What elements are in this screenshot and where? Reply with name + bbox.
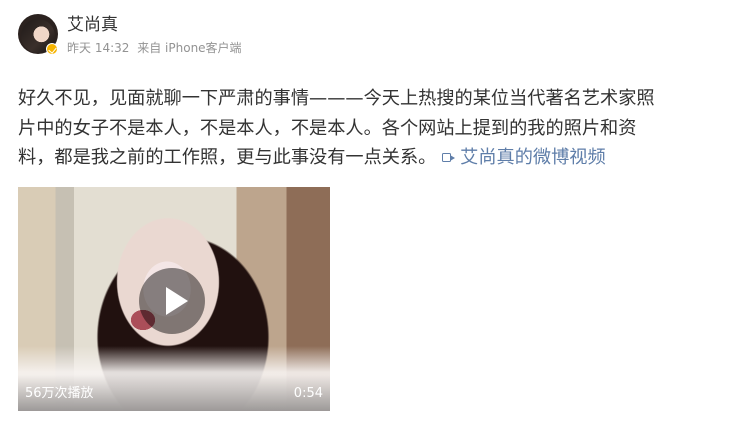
video-duration: 0:54 (293, 386, 323, 401)
post-text-line-1: 好久不见，见面就聊一下严肃的事情———今天上热搜的某位当代著名艺术家照 (18, 88, 655, 109)
post-text-line-3-body: 料，都是我之前的工作照，更与此事没有一点关系。 (18, 147, 437, 168)
post-content: 好久不见，见面就聊一下严肃的事情———今天上热搜的某位当代著名艺术家照 片中的女… (18, 84, 718, 173)
video-views: 56万次播放 (25, 386, 94, 401)
post-text-line-2: 片中的女子不是本人，不是本人，不是本人。各个网站上提到的我的照片和资 (18, 117, 637, 139)
video-card[interactable]: 56万次播放 0:54 (18, 187, 330, 411)
post-source: 来自 iPhone客户端 (137, 41, 242, 55)
username[interactable]: 艾尚真 (67, 15, 118, 35)
play-button[interactable] (139, 268, 205, 334)
weibo-post: 艾尚真 昨天 14:32 来自 iPhone客户端 好久不见，见面就聊一下严肃的… (0, 0, 743, 423)
video-link[interactable]: 艾尚真的微博视频 (442, 147, 606, 168)
post-time: 昨天 14:32 (67, 41, 130, 55)
video-link-icon (442, 152, 456, 164)
post-header: 艾尚真 昨天 14:32 来自 iPhone客户端 (18, 14, 418, 62)
verified-badge-icon (46, 43, 58, 55)
post-text-line-3: 料，都是我之前的工作照，更与此事没有一点关系。 艾尚真的微博视频 (18, 143, 718, 173)
video-link-label: 艾尚真的微博视频 (460, 147, 606, 168)
play-icon (166, 287, 188, 315)
post-meta: 昨天 14:32 来自 iPhone客户端 (67, 40, 242, 56)
